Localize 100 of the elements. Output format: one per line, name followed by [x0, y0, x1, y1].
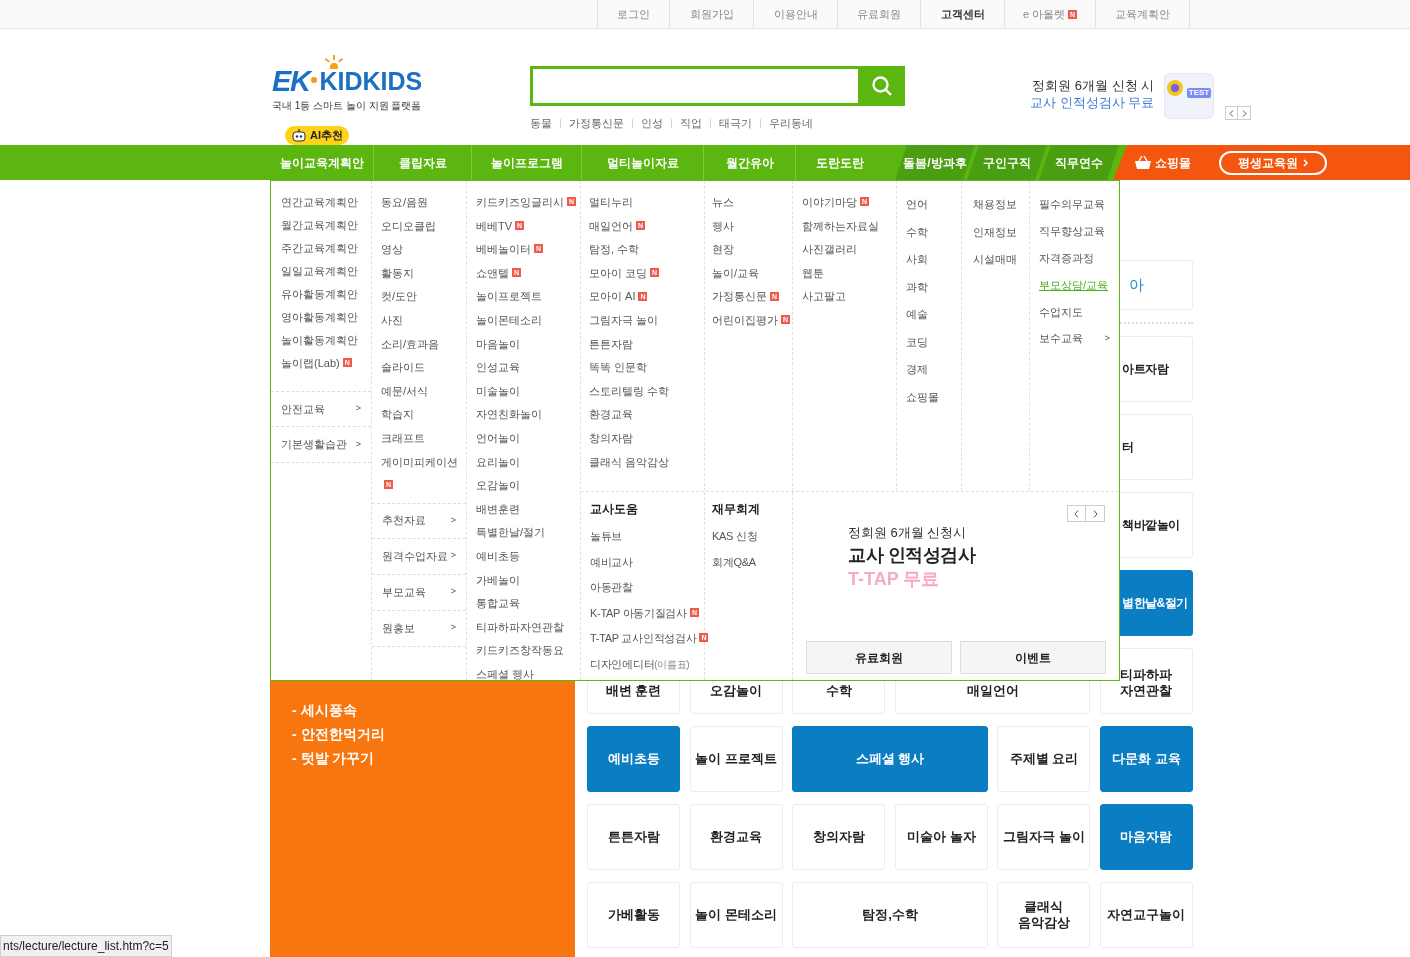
ai-recommend-badge[interactable]: AI추천 — [285, 126, 349, 145]
menu-link[interactable]: 인성교육 — [476, 361, 520, 374]
menu-link[interactable]: 튼튼자람 — [589, 337, 633, 350]
menu-link[interactable]: 동요/음원 — [381, 196, 429, 208]
top-link[interactable]: 유료회원 — [837, 0, 920, 28]
logo-wordmark[interactable]: KIDKIDS — [319, 65, 423, 97]
menu-link[interactable]: 요리놀이 — [476, 455, 520, 468]
menu-link[interactable]: 게이미피케이션 — [381, 455, 458, 468]
menu-link[interactable]: 자연친화놀이 — [476, 408, 542, 421]
menu-link[interactable]: 영아활동계획안 — [281, 311, 358, 323]
menu-link[interactable]: 유아활동계획안 — [281, 288, 358, 300]
menu-link[interactable]: 예비초등 — [476, 549, 520, 562]
menu-link[interactable]: 함께하는자료실 — [802, 219, 879, 232]
category-tile[interactable]: 그림자극 놀이 — [997, 804, 1091, 870]
menu-link[interactable]: 언어놀이 — [476, 431, 520, 444]
category-tile[interactable]: 다문화 교육 — [1100, 726, 1193, 792]
top-link[interactable]: 이용안내 — [753, 0, 837, 28]
category-tile[interactable]: 놀이 프로젝트 — [689, 726, 783, 792]
menu-link[interactable]: 보수교육 — [1039, 325, 1083, 351]
menu-link[interactable]: 가정통신문 — [712, 290, 767, 303]
menu-link[interactable]: 월간교육계획안 — [281, 219, 358, 231]
menu-link[interactable]: 뉴스 — [712, 196, 734, 208]
menu-link[interactable]: 통합교육 — [476, 597, 520, 610]
menu-link[interactable]: 특별한날/절기 — [476, 526, 546, 539]
search-button[interactable] — [858, 66, 905, 106]
menu-link[interactable]: 창의자람 — [589, 431, 633, 444]
menu-link[interactable]: 시설매매 — [973, 253, 1017, 265]
prev-button[interactable] — [1226, 107, 1239, 119]
menu-link[interactable]: 멀티누리 — [589, 196, 633, 208]
search-field[interactable] — [530, 66, 905, 106]
menu-link[interactable]: 경제 — [906, 363, 928, 375]
menu-link[interactable]: 놀이몬테소리 — [476, 313, 542, 326]
menu-link[interactable]: 과학 — [906, 280, 928, 293]
keyword-link[interactable]: 동물 — [530, 115, 552, 132]
category-tile[interactable]: 환경교육 — [689, 804, 783, 870]
menu-link[interactable]: 수업지도 — [1039, 306, 1083, 318]
menu-link[interactable]: 스페셜 행사 — [476, 667, 535, 680]
menu-link[interactable]: 마음놀이 — [476, 337, 520, 350]
category-tile[interactable]: 클래식 음악감상 — [997, 882, 1091, 948]
menu-link[interactable]: 활동지 — [381, 266, 414, 279]
menu-link[interactable]: 사고팔고 — [802, 290, 846, 303]
menu-section-link[interactable]: 부모교육 > — [372, 574, 466, 611]
menu-link[interactable]: 예술 — [906, 308, 928, 320]
menu-link[interactable]: 예문/서식 — [381, 384, 429, 397]
menu-link[interactable]: 쇼앤텔 — [476, 266, 509, 279]
menu-link[interactable]: 오디오클립 — [381, 219, 436, 232]
menu-link[interactable]: 키드키즈잉글리시 — [476, 196, 564, 208]
menu-link[interactable]: 놀이/교육 — [712, 266, 760, 279]
menu-link[interactable]: 웹툰 — [802, 266, 824, 279]
menu-link[interactable]: 사회 — [906, 253, 928, 265]
menu-link[interactable]: 필수의무교육 — [1039, 198, 1105, 210]
menu-section-link[interactable]: 원격수업자료 > — [372, 538, 466, 575]
menu-link[interactable]: KAS 신청 — [712, 530, 758, 542]
menu-link[interactable]: 미술놀이 — [476, 384, 520, 397]
top-link[interactable]: 교육계획안 — [1095, 0, 1190, 28]
top-link[interactable]: 회원가입 — [669, 0, 753, 28]
menu-link[interactable]: 아동관찰 — [590, 581, 633, 593]
menu-link[interactable]: 소리/효과음 — [381, 337, 440, 350]
menu-section-link[interactable]: 원홍보 > — [372, 610, 466, 647]
category-tile[interactable]: 주제별 요리 — [997, 726, 1091, 792]
top-link[interactable]: 고객센터 — [920, 0, 1004, 28]
menu-link[interactable]: 사진 — [381, 313, 403, 326]
menu-link[interactable]: 똑똑 인문학 — [589, 361, 648, 374]
menu-link[interactable]: 수학 — [906, 225, 928, 238]
keyword-link[interactable]: 직업 — [680, 115, 702, 132]
menu-link[interactable]: T-TAP 교사인적성검사 — [590, 632, 697, 644]
menu-link[interactable]: 사진갤러리 — [802, 243, 857, 256]
menu-link[interactable]: 가베놀이 — [476, 573, 520, 586]
category-tile[interactable]: 가베활동 — [587, 882, 680, 948]
menu-link[interactable]: 현장 — [712, 243, 734, 256]
category-tile[interactable]: 예비초등 — [587, 726, 680, 792]
menu-link[interactable]: 영상 — [381, 243, 403, 256]
menu-link[interactable]: 티파하파자연관찰 — [476, 620, 564, 633]
menu-link[interactable]: 베베TV — [476, 219, 513, 232]
menu-link[interactable]: 배변훈련 — [476, 502, 520, 515]
menu-link[interactable]: 클래식 음악감상 — [589, 455, 670, 468]
menu-section-link[interactable]: 안전교육 > — [271, 391, 371, 427]
menu-link[interactable]: 이야기마당 — [802, 196, 857, 208]
category-tile[interactable]: 탐정,수학 — [792, 882, 988, 948]
menu-link[interactable]: 채용정보 — [973, 198, 1017, 210]
menu-link[interactable]: 주간교육계획안 — [281, 242, 358, 254]
menu-section-link[interactable]: 추천자료 > — [372, 502, 466, 539]
menu-link[interactable]: 놀이프로젝트 — [476, 290, 542, 303]
category-tile[interactable]: 미술아 놀자 — [894, 804, 988, 870]
menu-link[interactable]: 모아이 AI — [589, 290, 636, 303]
menu-link[interactable]: 탐정, 수학 — [589, 243, 640, 256]
menu-link[interactable]: 컷/도안 — [381, 290, 418, 303]
menu-link[interactable]: 인재정보 — [973, 225, 1017, 238]
menu-link[interactable]: 예비교사 — [590, 555, 633, 568]
menu-link[interactable]: 학습지 — [381, 408, 414, 421]
menu-link[interactable]: 스토리텔링 수학 — [589, 384, 670, 397]
menu-link[interactable]: 크래프트 — [381, 431, 425, 444]
menu-link[interactable]: K-TAP 아동기질검사 — [590, 606, 687, 619]
category-tile[interactable]: 스페셜 행사 — [792, 726, 988, 792]
menu-link[interactable]: 오감놀이 — [476, 479, 520, 492]
menu-link[interactable]: 회계Q&A — [712, 555, 756, 568]
keyword-link[interactable]: 가정통신문 — [569, 115, 624, 132]
menu-link[interactable]: 슬라이드 — [381, 361, 425, 374]
menu-link[interactable]: 일일교육계획안 — [281, 265, 358, 277]
menu-link[interactable]: 놀이랩(Lab) — [281, 357, 340, 369]
